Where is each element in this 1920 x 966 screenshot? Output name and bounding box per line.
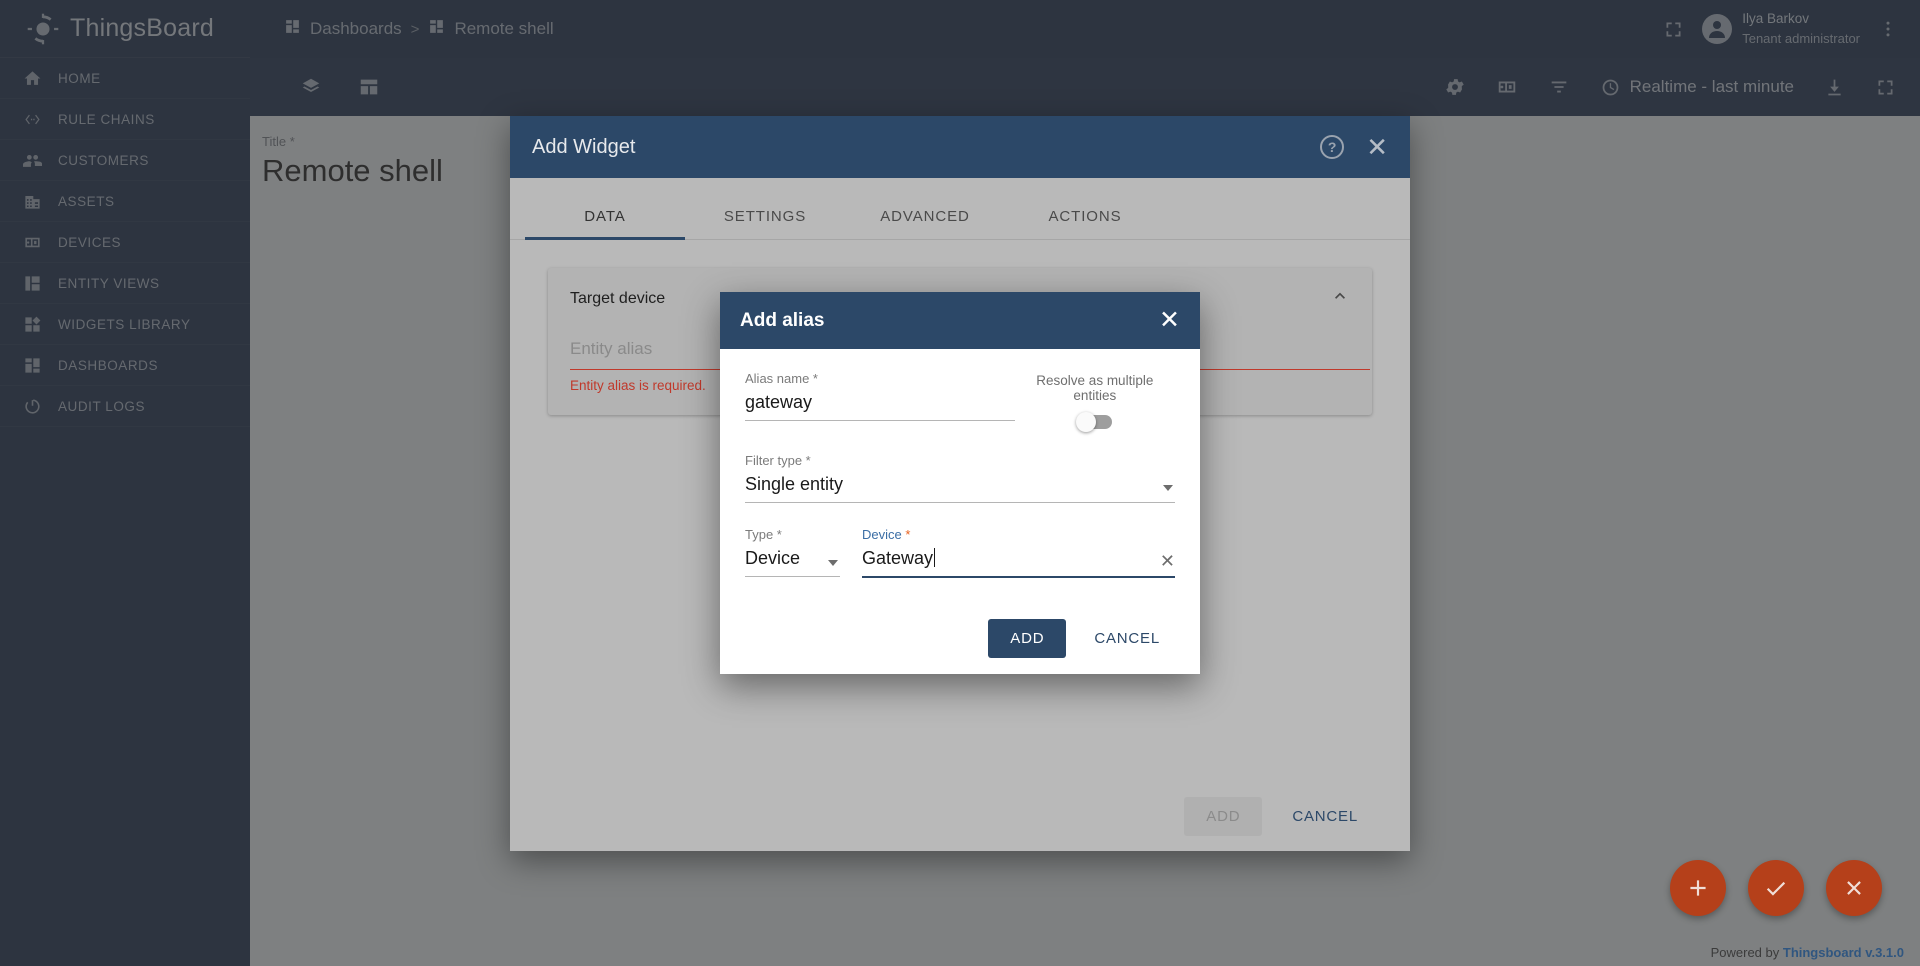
alias-name-row: Alias name * Resolve as multiple entitie… <box>745 371 1175 432</box>
add-widget-dialog-header: Add Widget ? ✕ <box>510 116 1410 178</box>
add-alias-dialog-body: Alias name * Resolve as multiple entitie… <box>720 349 1200 602</box>
add-alias-dialog-title: Add alias <box>740 309 825 331</box>
footer-prefix: Powered by <box>1710 945 1780 960</box>
resolve-multiple-entities-group: Resolve as multiple entities <box>1015 371 1175 432</box>
tab-advanced[interactable]: ADVANCED <box>845 208 1005 239</box>
help-icon[interactable]: ? <box>1320 135 1345 159</box>
add-alias-dialog: Add alias ✕ Alias name * Resolve as mult… <box>720 292 1200 674</box>
add-widget-dialog-title: Add Widget <box>532 135 636 158</box>
type-underline <box>745 576 840 577</box>
close-icon[interactable]: ✕ <box>1366 134 1388 160</box>
add-alias-cancel-button[interactable]: CANCEL <box>1078 620 1176 657</box>
type-field[interactable]: Type * Device <box>745 527 840 578</box>
add-alias-dialog-header: Add alias ✕ <box>720 292 1200 349</box>
add-widget-tabs: DATA SETTINGS ADVANCED ACTIONS <box>510 178 1410 240</box>
add-alias-dialog-footer: ADD CANCEL <box>720 602 1200 674</box>
fab-group <box>1670 860 1882 916</box>
close-icon[interactable]: ✕ <box>1159 308 1180 333</box>
discard-changes-fab[interactable] <box>1826 860 1882 916</box>
alias-name-underline <box>745 420 1015 421</box>
device-label: Device * <box>862 527 911 542</box>
alias-name-label: Alias name * <box>745 371 818 386</box>
resolve-multiple-entities-label: Resolve as multiple entities <box>1036 373 1154 403</box>
add-alias-add-button[interactable]: ADD <box>988 618 1067 658</box>
filter-type-field[interactable]: Filter type * Single entity <box>745 453 1175 503</box>
footer-version-link[interactable]: Thingsboard v.3.1.0 <box>1783 945 1904 960</box>
toggle-knob <box>1075 412 1096 432</box>
type-value: Device <box>745 548 801 568</box>
alias-name-field[interactable]: Alias name * <box>745 371 1015 429</box>
tab-settings[interactable]: SETTINGS <box>685 208 845 239</box>
add-widget-add-button[interactable]: ADD <box>1184 796 1263 836</box>
device-field[interactable]: Device * Gateway ✕ <box>862 527 1175 578</box>
footer: Powered by Thingsboard v.3.1.0 <box>1711 945 1904 960</box>
chevron-down-icon[interactable] <box>828 560 838 566</box>
tab-actions[interactable]: ACTIONS <box>1005 208 1165 239</box>
chevron-down-icon[interactable] <box>1163 485 1173 491</box>
resolve-multiple-entities-toggle[interactable] <box>1075 412 1112 432</box>
target-device-title: Target device <box>570 289 666 307</box>
add-widget-dialog-footer: ADD CANCEL <box>510 781 1410 851</box>
add-widget-fab[interactable] <box>1670 860 1726 916</box>
type-label: Type * <box>745 527 782 542</box>
entity-selector-row: Type * Device Device * Gateway ✕ <box>745 527 1175 578</box>
chevron-up-icon[interactable] <box>1330 286 1350 311</box>
alias-name-input[interactable] <box>745 392 1015 420</box>
tab-data[interactable]: DATA <box>525 208 685 240</box>
add-widget-cancel-button[interactable]: CANCEL <box>1276 798 1374 835</box>
device-underline <box>862 576 1175 578</box>
device-value: Gateway <box>862 548 936 568</box>
apply-changes-fab[interactable] <box>1748 860 1804 916</box>
filter-type-value: Single entity <box>745 474 844 494</box>
filter-type-underline <box>745 502 1175 503</box>
clear-icon[interactable]: ✕ <box>1160 551 1175 572</box>
text-caret <box>934 548 936 567</box>
filter-type-label: Filter type * <box>745 453 811 468</box>
